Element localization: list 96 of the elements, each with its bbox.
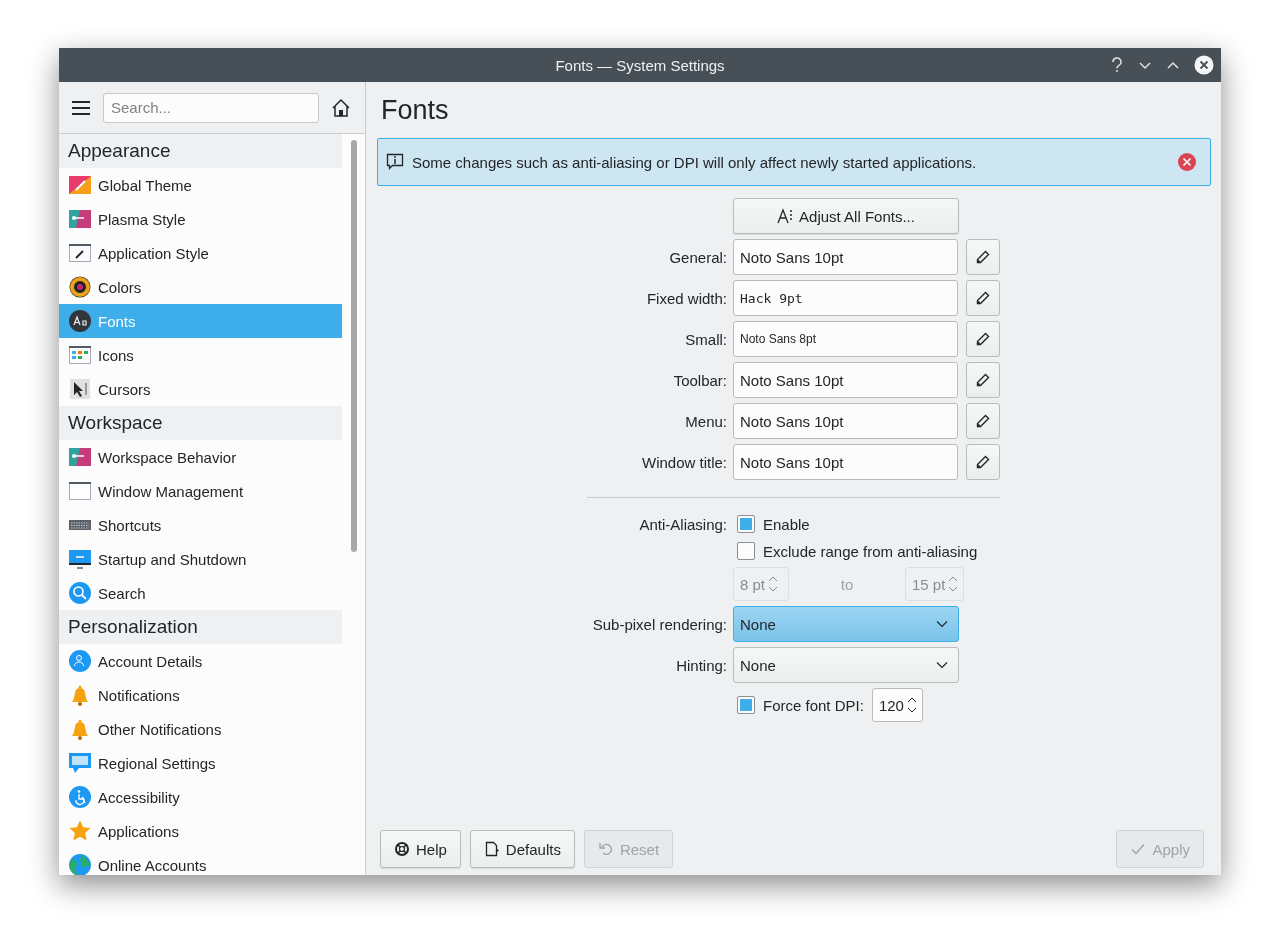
plasma-icon bbox=[68, 445, 92, 469]
document-icon bbox=[483, 841, 500, 857]
home-icon[interactable] bbox=[331, 97, 351, 118]
dropdown[interactable]: None bbox=[733, 606, 959, 642]
maximize-icon[interactable] bbox=[1166, 60, 1180, 70]
field-label: Hinting: bbox=[675, 656, 727, 674]
category-header: Personalization bbox=[59, 610, 342, 644]
access-icon bbox=[68, 785, 92, 809]
choose-font-button[interactable] bbox=[966, 239, 1000, 275]
pencil-icon bbox=[976, 250, 990, 264]
field-label: Fixed width: bbox=[645, 289, 727, 307]
category-header: Workspace bbox=[59, 406, 342, 440]
pencil-icon bbox=[976, 332, 990, 346]
sidebar-item[interactable]: Plasma Style bbox=[59, 202, 342, 236]
sidebar-item[interactable]: Startup and Shutdown bbox=[59, 542, 342, 576]
field-label: Sub-pixel rendering: bbox=[591, 615, 727, 633]
checkbox-label[interactable]: Exclude range from anti-aliasing bbox=[763, 542, 978, 560]
sidebar-item[interactable]: Accessibility bbox=[59, 780, 342, 814]
font-field[interactable]: Noto Sans 10pt bbox=[733, 362, 958, 398]
sidebar-item[interactable]: Global Theme bbox=[59, 168, 342, 202]
close-icon[interactable] bbox=[1194, 55, 1214, 75]
sidebar-item[interactable]: Applications bbox=[59, 814, 342, 848]
sidebar-item[interactable]: Regional Settings bbox=[59, 746, 342, 780]
pencil-icon bbox=[976, 291, 990, 305]
sidebar-item[interactable]: Online Accounts bbox=[59, 848, 342, 875]
window-icon bbox=[68, 479, 92, 503]
chevron-down-icon bbox=[936, 620, 948, 628]
pencil-icon bbox=[976, 414, 990, 428]
font-field[interactable]: Noto Sans 8pt bbox=[733, 321, 958, 357]
defaults-button[interactable]: Defaults bbox=[469, 830, 575, 868]
checkbox[interactable] bbox=[737, 515, 755, 533]
cursor-icon bbox=[68, 377, 92, 401]
choose-font-button[interactable] bbox=[966, 403, 1000, 439]
sidebar-item[interactable]: Other Notifications bbox=[59, 712, 342, 746]
undo-icon bbox=[597, 841, 614, 857]
font-size-icon bbox=[777, 208, 794, 224]
sidebar-item[interactable]: Application Style bbox=[59, 236, 342, 270]
checkmark-icon bbox=[1130, 841, 1147, 857]
field-label: Toolbar: bbox=[672, 371, 727, 389]
globe-icon bbox=[68, 853, 92, 875]
sidebar-item[interactable]: Window Management bbox=[59, 474, 342, 508]
choose-font-button[interactable] bbox=[966, 362, 1000, 398]
choose-font-button[interactable] bbox=[966, 444, 1000, 480]
pencil-icon bbox=[976, 455, 990, 469]
lifebuoy-icon bbox=[394, 841, 410, 857]
search-icon bbox=[68, 581, 92, 605]
choose-font-button[interactable] bbox=[966, 321, 1000, 357]
monitor-icon bbox=[68, 547, 92, 571]
adjust-all-fonts-button[interactable]: Adjust All Fonts... bbox=[733, 198, 959, 234]
sidebar-item[interactable]: Cursors bbox=[59, 372, 342, 406]
checkbox-label[interactable]: Enable bbox=[763, 515, 810, 533]
search-field[interactable]: Search... bbox=[103, 92, 319, 123]
font-field[interactable]: Hack 9pt bbox=[733, 280, 958, 316]
sidebar-item[interactable]: Notifications bbox=[59, 678, 342, 712]
font-field[interactable]: Noto Sans 10pt bbox=[733, 239, 958, 275]
sidebar-item[interactable]: Search bbox=[59, 576, 342, 610]
minimize-icon[interactable] bbox=[1138, 60, 1152, 70]
help-icon[interactable] bbox=[1110, 57, 1124, 73]
speech-icon bbox=[68, 751, 92, 775]
fonts-icon bbox=[68, 309, 92, 333]
sidebar-item[interactable]: Icons bbox=[59, 338, 342, 372]
user-icon bbox=[68, 649, 92, 673]
help-button[interactable]: Help bbox=[380, 830, 461, 868]
dropdown[interactable]: None bbox=[733, 647, 959, 683]
window-title: Fonts — System Settings bbox=[555, 56, 725, 74]
theme-icon bbox=[68, 173, 92, 197]
colors-icon bbox=[68, 275, 92, 299]
field-label: General: bbox=[668, 248, 727, 266]
field-label: Anti-Aliasing: bbox=[638, 515, 727, 533]
page-title: Fonts bbox=[380, 94, 450, 127]
sidebar-item[interactable]: Account Details bbox=[59, 644, 342, 678]
sidebar-item[interactable]: Workspace Behavior bbox=[59, 440, 342, 474]
field-label: Menu: bbox=[684, 412, 727, 430]
brush-icon bbox=[68, 241, 92, 265]
plasma-icon bbox=[68, 207, 92, 231]
pencil-icon bbox=[976, 373, 990, 387]
star-icon bbox=[68, 819, 92, 843]
menu-icon[interactable] bbox=[71, 99, 91, 116]
choose-font-button[interactable] bbox=[966, 280, 1000, 316]
field-label: Window title: bbox=[640, 453, 727, 471]
close-icon[interactable] bbox=[1178, 153, 1196, 171]
category-header: Appearance bbox=[59, 134, 342, 168]
range-separator: to bbox=[839, 575, 855, 593]
banner-text: Some changes such as anti-aliasing or DPI will only affect newly started applications. bbox=[412, 153, 978, 171]
info-icon bbox=[386, 153, 404, 171]
spin-box[interactable]: 120 bbox=[871, 688, 923, 722]
checkbox[interactable] bbox=[737, 542, 755, 560]
sidebar-item[interactable]: Colors bbox=[59, 270, 342, 304]
checkbox-label[interactable]: Force font DPI: bbox=[763, 696, 864, 714]
chevron-down-icon bbox=[936, 661, 948, 669]
font-field[interactable]: Noto Sans 10pt bbox=[733, 444, 958, 480]
field-label: Small: bbox=[684, 330, 727, 348]
icons-icon bbox=[68, 343, 92, 367]
sidebar-item[interactable]: Shortcuts bbox=[59, 508, 342, 542]
checkbox[interactable] bbox=[737, 696, 755, 714]
font-field[interactable]: Noto Sans 10pt bbox=[733, 403, 958, 439]
